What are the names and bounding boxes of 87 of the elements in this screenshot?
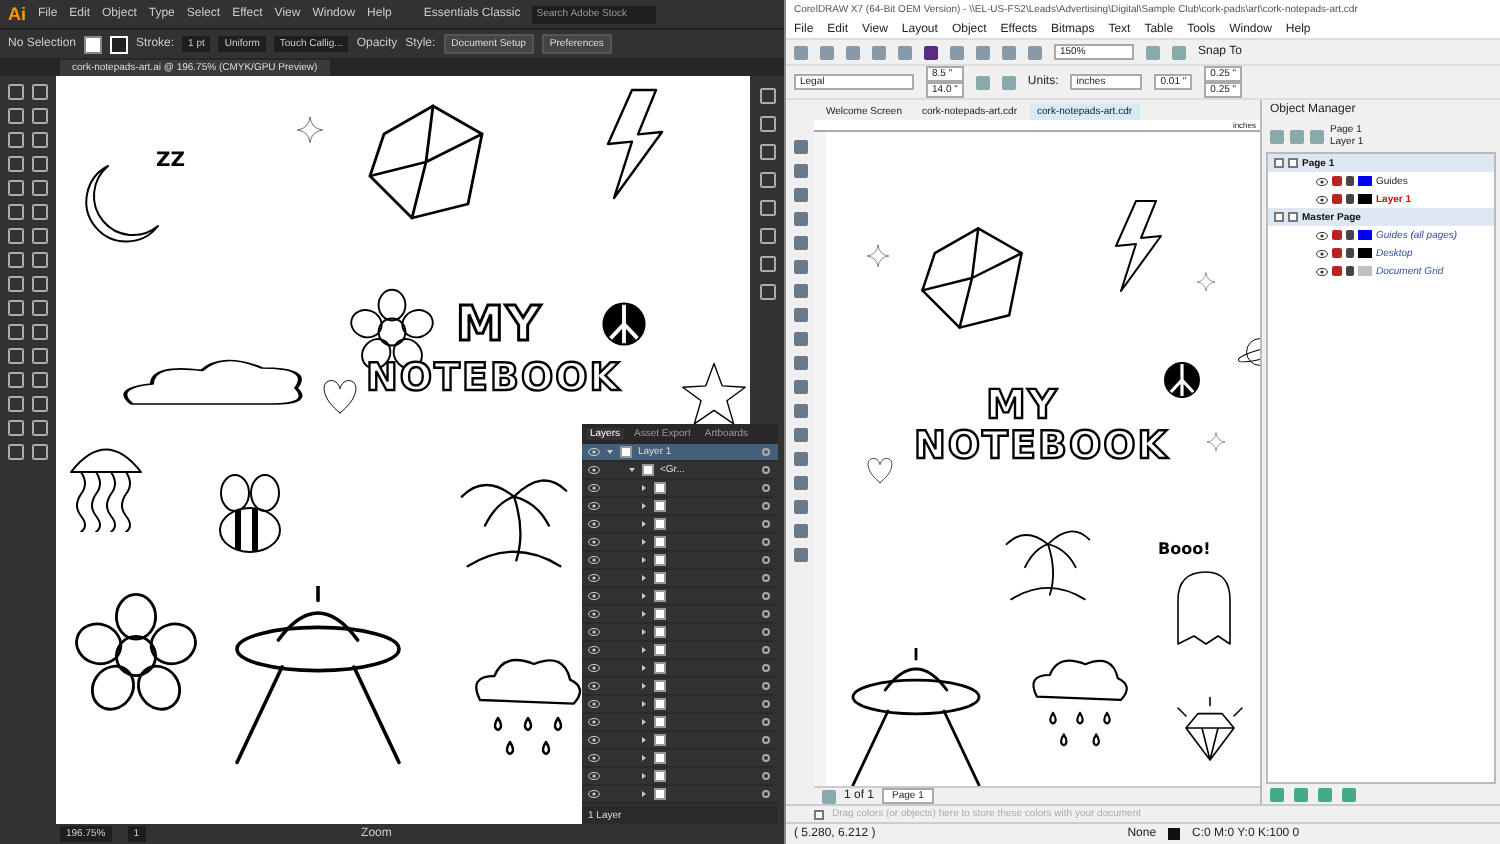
caret-icon[interactable] (640, 628, 648, 636)
eye-icon[interactable] (1316, 267, 1328, 275)
object-row[interactable] (582, 750, 778, 768)
caret-icon[interactable] (640, 538, 648, 546)
caret-icon[interactable] (640, 772, 648, 780)
target-icon[interactable] (762, 682, 770, 690)
sparkle-drawing (866, 244, 890, 268)
caret-icon[interactable] (640, 700, 648, 708)
object-row[interactable] (582, 732, 778, 750)
target-icon[interactable] (762, 700, 770, 708)
target-icon[interactable] (762, 502, 770, 510)
title-text: MY (986, 380, 1059, 428)
object-row[interactable] (582, 534, 778, 552)
sparkle-drawing (1206, 432, 1226, 452)
object-row[interactable] (582, 480, 778, 498)
expander[interactable] (1274, 158, 1284, 168)
object-row[interactable] (582, 624, 778, 642)
caret-icon[interactable] (640, 664, 648, 672)
caret-icon[interactable] (606, 448, 614, 456)
expander[interactable] (1274, 212, 1284, 222)
fill-swatch[interactable] (84, 35, 103, 53)
target-icon[interactable] (762, 466, 770, 474)
object-row[interactable] (582, 606, 778, 624)
target-icon[interactable] (762, 718, 770, 726)
ghost-text: Booo! (1158, 540, 1211, 558)
title-text: NOTEBOOK (914, 424, 1170, 468)
target-icon[interactable] (762, 646, 770, 654)
no-color-swatch[interactable] (814, 809, 824, 819)
caret-icon[interactable] (640, 574, 648, 582)
target-icon[interactable] (762, 556, 770, 564)
object-row[interactable] (582, 714, 778, 732)
target-icon[interactable] (762, 520, 770, 528)
object-row[interactable] (582, 678, 778, 696)
target-icon[interactable] (762, 574, 770, 582)
snore-text: ZZ (156, 150, 186, 172)
caret-icon[interactable] (640, 502, 648, 510)
target-icon[interactable] (762, 664, 770, 672)
object-row[interactable] (582, 642, 778, 660)
caret-icon[interactable] (640, 790, 648, 798)
eye-icon[interactable] (1316, 249, 1328, 257)
object-row[interactable] (582, 660, 778, 678)
target-icon[interactable] (762, 790, 770, 798)
object-row[interactable] (582, 516, 778, 534)
target-icon[interactable] (762, 772, 770, 780)
ufo-drawing (846, 648, 986, 786)
peace-sign-drawing (1162, 360, 1202, 400)
eye-icon[interactable] (1316, 231, 1328, 239)
target-icon[interactable] (762, 592, 770, 600)
caret-icon[interactable] (628, 466, 636, 474)
object-row[interactable] (582, 768, 778, 786)
outline-swatch (1168, 828, 1181, 840)
caret-icon[interactable] (640, 520, 648, 528)
caret-icon[interactable] (640, 646, 648, 654)
stroke-swatch[interactable] (110, 35, 129, 53)
object-row[interactable] (582, 696, 778, 714)
target-icon[interactable] (762, 448, 770, 456)
title-text: MY (456, 296, 543, 352)
peace-sign-drawing (600, 300, 648, 348)
sparkle-drawing (1196, 272, 1216, 292)
caret-icon[interactable] (640, 610, 648, 618)
object-row[interactable] (582, 786, 778, 804)
target-icon[interactable] (762, 484, 770, 492)
star-drawing (680, 360, 748, 428)
title-text: NOTEBOOK (366, 356, 622, 400)
eye-icon[interactable] (1316, 195, 1328, 203)
caret-icon[interactable] (640, 484, 648, 492)
target-icon[interactable] (762, 736, 770, 744)
caret-icon[interactable] (640, 718, 648, 726)
object-row[interactable] (582, 588, 778, 606)
app-logo: Ai (8, 4, 26, 24)
target-icon[interactable] (762, 628, 770, 636)
caret-icon[interactable] (640, 592, 648, 600)
heart-drawing (862, 452, 898, 488)
object-row[interactable] (582, 552, 778, 570)
page-icon (1288, 158, 1298, 168)
caret-icon[interactable] (640, 754, 648, 762)
sparkle-drawing (296, 116, 324, 144)
object-row[interactable] (582, 570, 778, 588)
target-icon[interactable] (762, 610, 770, 618)
caret-icon[interactable] (640, 556, 648, 564)
object-row[interactable] (582, 498, 778, 516)
caret-icon[interactable] (640, 736, 648, 744)
eye-icon[interactable] (1316, 177, 1328, 185)
page-icon (1288, 212, 1298, 222)
caret-icon[interactable] (640, 682, 648, 690)
target-icon[interactable] (762, 538, 770, 546)
target-icon[interactable] (762, 754, 770, 762)
